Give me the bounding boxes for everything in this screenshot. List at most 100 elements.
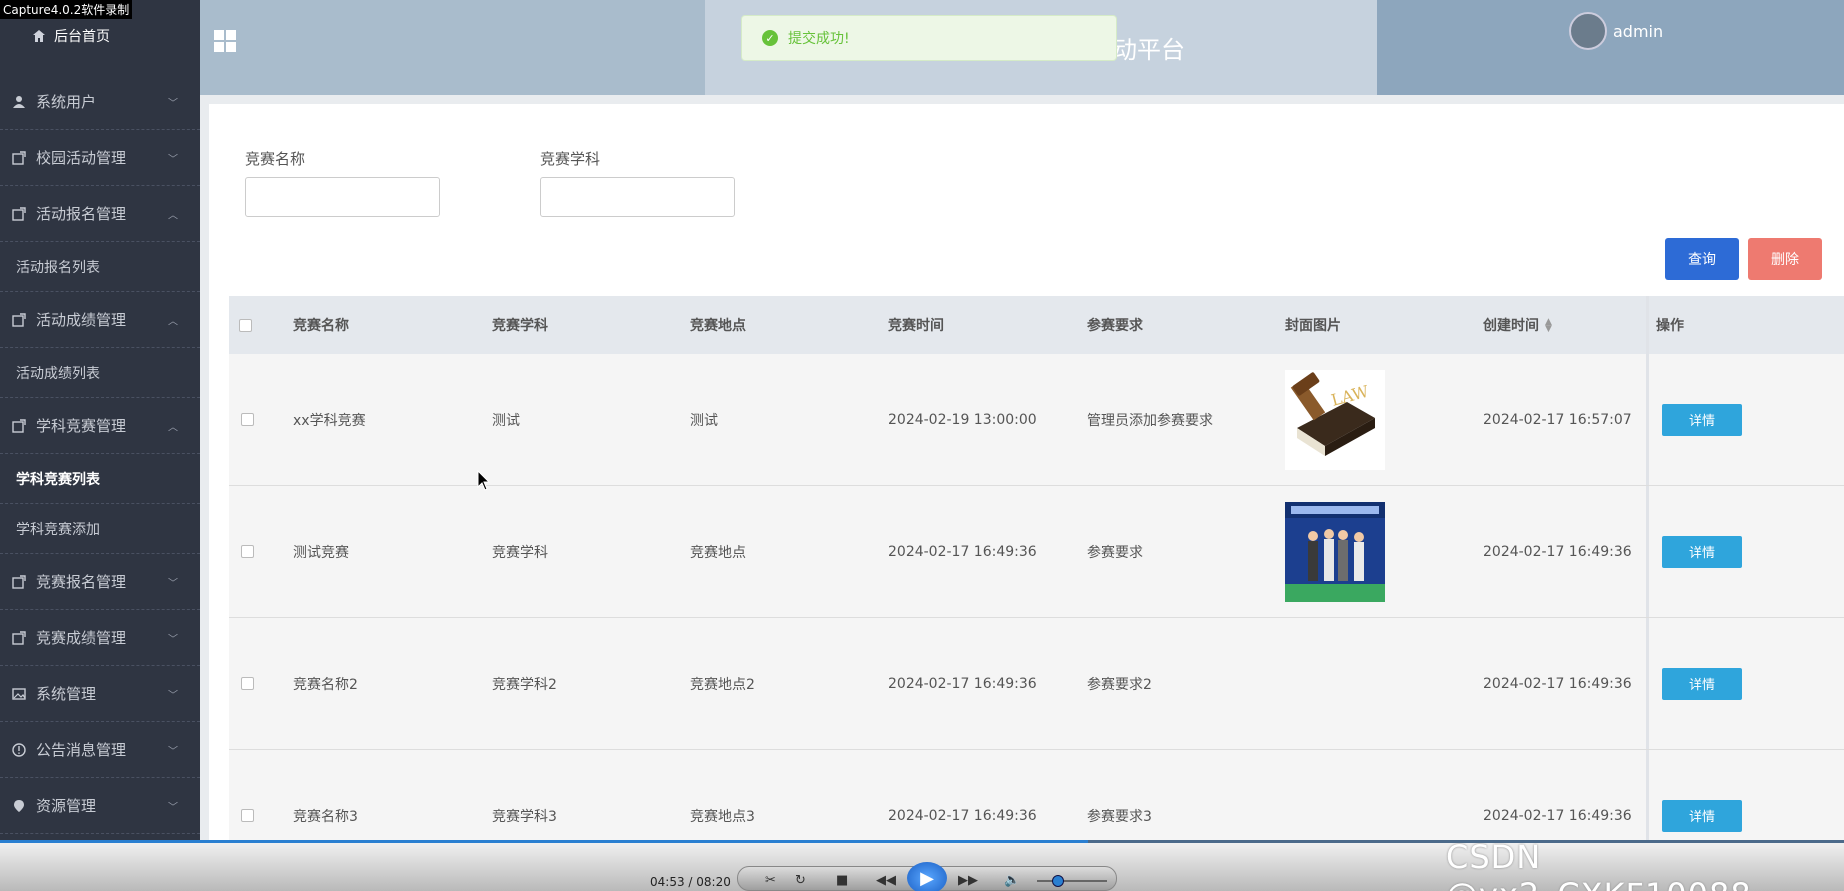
- fast-forward-icon[interactable]: ▶▶: [958, 873, 978, 888]
- play-icon[interactable]: ▶: [907, 862, 947, 891]
- sidebar-item-campus-activity[interactable]: 校园活动管理 ﹀: [0, 130, 200, 186]
- detail-button[interactable]: 详情: [1662, 799, 1742, 832]
- sidebar-subitem-activity-signup-list[interactable]: 活动报名列表: [0, 242, 200, 292]
- sidebar-item-label: 活动成绩管理: [36, 311, 127, 329]
- cell-created: 2024-02-17 16:49:36: [1483, 675, 1632, 692]
- header-cover: 封面图片: [1285, 318, 1341, 334]
- sidebar-item-label: 系统管理: [36, 685, 97, 703]
- user-icon: [13, 95, 25, 108]
- sidebar-item-competition-score[interactable]: 竞赛成绩管理 ﹀: [0, 610, 200, 666]
- table-header: 竞赛名称 竞赛学科 竞赛地点 竞赛时间 参赛要求 封面图片 创建时间 ▲ ▼ 操作: [229, 296, 1844, 354]
- sidebar-item-resources[interactable]: 资源管理 ﹀: [0, 778, 200, 834]
- subject-filter-input[interactable]: [540, 177, 735, 217]
- table-row: 竞赛名称2 竞赛学科2 竞赛地点2 2024-02-17 16:49:36 参赛…: [229, 618, 1844, 750]
- chevron-down-icon: ﹀: [168, 746, 178, 757]
- sidebar-item-competition[interactable]: 学科竞赛管理 ︿: [0, 398, 200, 454]
- select-all-checkbox[interactable]: [239, 318, 252, 332]
- delete-button[interactable]: 删除: [1748, 238, 1822, 280]
- sidebar-item-label: 系统用户: [36, 93, 97, 111]
- cut-icon[interactable]: ✂: [765, 873, 776, 888]
- sidebar-subitem-activity-score-list[interactable]: 活动成绩列表: [0, 348, 200, 398]
- header-subject: 竞赛学科: [492, 318, 548, 334]
- cell-subject: 竞赛学科3: [492, 808, 557, 825]
- header-created[interactable]: 创建时间 ▲ ▼: [1483, 315, 1552, 335]
- share-icon: [12, 206, 26, 221]
- avatar[interactable]: [1569, 12, 1607, 50]
- chevron-up-icon: ︿: [168, 210, 178, 221]
- chevron-down-icon: ﹀: [168, 634, 178, 645]
- sidebar: Capture4.0.2软件录制 后台首页 系统用户 ﹀ 校园活动管理 ﹀ 活动…: [0, 0, 200, 891]
- subject-filter-label: 竞赛学科: [540, 150, 601, 168]
- cell-subject: 竞赛学科2: [492, 676, 557, 693]
- cell-time: 2024-02-17 16:49:36: [888, 807, 1037, 824]
- share-icon: [12, 574, 26, 589]
- sidebar-item-competition-signup[interactable]: 竞赛报名管理 ﹀: [0, 554, 200, 610]
- sidebar-subitem-competition-list[interactable]: 学科竞赛列表: [0, 454, 200, 504]
- sidebar-item-label: 资源管理: [36, 797, 97, 815]
- capture-label: Capture4.0.2软件录制: [0, 0, 133, 19]
- cell-requirements: 参赛要求2: [1087, 676, 1152, 693]
- cell-place: 竞赛地点3: [690, 808, 755, 825]
- header-place: 竞赛地点: [690, 318, 746, 334]
- volume-icon[interactable]: 🔈: [1004, 873, 1020, 888]
- cell-place: 竞赛地点2: [690, 676, 755, 693]
- name-filter-input[interactable]: [245, 177, 440, 217]
- chevron-down-icon: ﹀: [168, 154, 178, 165]
- volume-slider[interactable]: [1037, 880, 1107, 882]
- sidebar-home[interactable]: 后台首页: [0, 24, 200, 48]
- detail-button[interactable]: 详情: [1662, 667, 1742, 700]
- column-divider: [1646, 296, 1649, 354]
- volume-knob[interactable]: [1052, 875, 1064, 887]
- refresh-icon[interactable]: ↻: [795, 873, 806, 888]
- sidebar-home-label: 后台首页: [54, 29, 110, 45]
- cell-name: 竞赛名称2: [293, 676, 358, 693]
- video-time: 04:53 / 08:20: [650, 875, 731, 889]
- stop-icon[interactable]: ■: [836, 873, 848, 888]
- share-icon: [12, 418, 26, 433]
- cell-requirements: 参赛要求3: [1087, 808, 1152, 825]
- sidebar-menu: 系统用户 ﹀ 校园活动管理 ﹀ 活动报名管理 ︿ 活动报名列表 活动成绩管理 ︿…: [0, 74, 200, 834]
- sidebar-item-label: 竞赛成绩管理: [36, 629, 127, 647]
- chevron-down-icon: ﹀: [168, 802, 178, 813]
- cell-time: 2024-02-19 13:00:00: [888, 411, 1037, 428]
- row-checkbox[interactable]: [241, 545, 254, 558]
- table-row: 测试竞赛 竞赛学科 竞赛地点 2024-02-17 16:49:36 参赛要求 …: [229, 486, 1844, 618]
- user-name[interactable]: admin: [1613, 22, 1663, 41]
- detail-button[interactable]: 详情: [1662, 403, 1742, 436]
- rewind-icon[interactable]: ◀◀: [876, 873, 896, 888]
- cell-requirements: 管理员添加参赛要求: [1087, 412, 1213, 429]
- grid-menu-icon[interactable]: [214, 30, 236, 52]
- sidebar-item-label: 学科竞赛管理: [36, 417, 127, 435]
- competition-table: 竞赛名称 竞赛学科 竞赛地点 竞赛时间 参赛要求 封面图片 创建时间 ▲ ▼ 操作 …: [229, 296, 1844, 882]
- header-name: 竞赛名称: [293, 318, 349, 334]
- chevron-down-icon: ﹀: [168, 98, 178, 109]
- row-checkbox[interactable]: [241, 413, 254, 426]
- sidebar-item-system[interactable]: 系统管理 ﹀: [0, 666, 200, 722]
- sidebar-item-label: 活动报名管理: [36, 205, 127, 223]
- cell-requirements: 参赛要求: [1087, 544, 1143, 561]
- header-time: 竞赛时间: [888, 318, 944, 334]
- home-icon: [33, 30, 45, 42]
- share-icon: [12, 150, 26, 165]
- row-checkbox[interactable]: [241, 809, 254, 822]
- query-button[interactable]: 查询: [1665, 238, 1739, 280]
- sort-icon[interactable]: ▲ ▼: [1545, 318, 1552, 334]
- page-title: 动平台: [1113, 36, 1185, 64]
- cell-created: 2024-02-17 16:49:36: [1483, 543, 1632, 560]
- chevron-up-icon: ︿: [168, 422, 178, 433]
- sidebar-item-activity-signup[interactable]: 活动报名管理 ︿: [0, 186, 200, 242]
- info-icon: [12, 742, 26, 757]
- sidebar-item-notice[interactable]: 公告消息管理 ﹀: [0, 722, 200, 778]
- main-panel: 竞赛名称 竞赛学科 查询 删除 竞赛名称 竞赛学科 竞赛地点 竞赛时间 参赛要求…: [209, 104, 1844, 891]
- detail-button[interactable]: 详情: [1662, 535, 1742, 568]
- cell-subject: 竞赛学科: [492, 544, 548, 561]
- chevron-down-icon: ﹀: [168, 690, 178, 701]
- cover-image-group-photo: [1285, 501, 1385, 602]
- sidebar-item-users[interactable]: 系统用户 ﹀: [0, 74, 200, 130]
- sidebar-subitem-competition-add[interactable]: 学科竞赛添加: [0, 504, 200, 554]
- row-checkbox[interactable]: [241, 677, 254, 690]
- sidebar-item-label: 竞赛报名管理: [36, 573, 127, 591]
- column-divider: [1646, 618, 1649, 749]
- column-divider: [1646, 354, 1649, 485]
- sidebar-item-activity-score[interactable]: 活动成绩管理 ︿: [0, 292, 200, 348]
